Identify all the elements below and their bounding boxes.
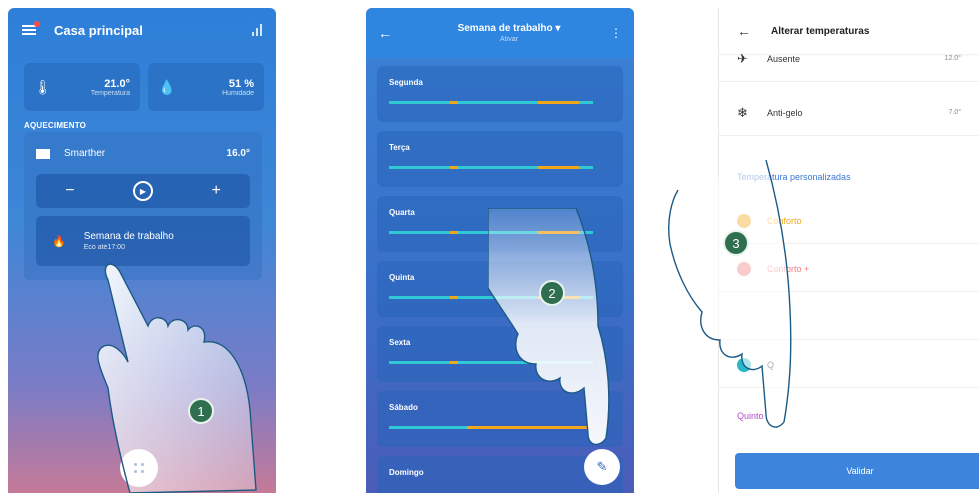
absent-value: 12.0° bbox=[944, 55, 961, 62]
day-label: Quinta bbox=[389, 273, 415, 282]
temperatures-title: Alterar temperaturas bbox=[771, 25, 870, 37]
edit-button[interactable]: ✎ bbox=[584, 449, 620, 485]
home-topbar: Casa principal bbox=[8, 8, 276, 52]
custom-row[interactable]: Quinto bbox=[719, 393, 979, 439]
comfort-plus-row[interactable]: Conforto + bbox=[719, 246, 979, 292]
temperature-label: Temperatura bbox=[90, 89, 130, 97]
thermostat-icon bbox=[36, 148, 50, 159]
heating-section-title: AQUECIMENTO bbox=[24, 121, 87, 130]
day-card-thursday[interactable]: Quinta bbox=[377, 261, 623, 317]
grid-menu-button[interactable] bbox=[120, 449, 158, 487]
custom-temperatures-title: Temperatura personalizadas bbox=[737, 172, 851, 182]
flame-icon: 🔥 bbox=[52, 235, 66, 248]
humidity-value: 51 % bbox=[228, 77, 254, 90]
step-marker-2: 2 bbox=[539, 280, 565, 306]
sun-icon bbox=[737, 213, 751, 228]
thermostat-name: Smarther bbox=[64, 148, 106, 159]
absent-name: Ausente bbox=[767, 53, 801, 64]
night-row[interactable]: Q bbox=[719, 342, 979, 388]
schedule-bar bbox=[389, 426, 593, 429]
thermostat-temp: 16.0° bbox=[226, 148, 250, 159]
play-icon[interactable]: ▶ bbox=[133, 181, 153, 201]
thermometer-icon: 🌡 bbox=[34, 78, 52, 95]
moon-icon bbox=[737, 357, 751, 372]
humidity-label: Humidade bbox=[222, 89, 254, 97]
antifreeze-row[interactable]: ❄ Anti-gelo 7.0° bbox=[719, 90, 979, 136]
schedule-title-block[interactable]: Semana de trabalho ▾ Ativar bbox=[408, 23, 610, 43]
program-row[interactable]: 🔥 Semana de trabalho Eco até17:00 bbox=[36, 216, 250, 266]
more-options-icon[interactable]: ⋮ bbox=[610, 26, 622, 40]
blank-row[interactable] bbox=[719, 294, 979, 340]
night-name: Q bbox=[767, 359, 775, 370]
schedule-screen: ← Semana de trabalho ▾ Ativar ⋮ Segunda … bbox=[366, 8, 634, 493]
thermostat-row[interactable]: Smarther 16.0° bbox=[36, 148, 250, 159]
schedule-subtitle: Ativar bbox=[500, 36, 518, 43]
temperature-card[interactable]: 🌡 21.0° Temperatura bbox=[24, 63, 140, 111]
day-card-friday[interactable]: Sexta bbox=[377, 326, 623, 382]
program-name: Semana de trabalho bbox=[83, 231, 174, 242]
validate-button[interactable]: Validar bbox=[735, 453, 979, 489]
dropdown-icon: ▾ bbox=[555, 23, 561, 34]
day-label: Sexta bbox=[389, 338, 411, 347]
menu-icon[interactable] bbox=[22, 20, 40, 36]
pencil-icon: ✎ bbox=[596, 459, 608, 474]
day-label: Terça bbox=[389, 143, 410, 152]
droplet-icon: 💧 bbox=[158, 78, 176, 95]
sun-plus-icon bbox=[737, 261, 751, 276]
antifreeze-name: Anti-gelo bbox=[767, 107, 803, 118]
comfort-row[interactable]: Conforto bbox=[719, 198, 979, 244]
day-label: Quarta bbox=[389, 208, 415, 217]
decrease-button[interactable]: − bbox=[65, 182, 74, 200]
schedule-bar bbox=[389, 166, 593, 169]
schedule-bar bbox=[389, 231, 593, 234]
temperatures-screen: ← Alterar temperaturas ✈ Ausente 12.0° ❄… bbox=[718, 8, 979, 493]
temperatures-topbar: ← Alterar temperaturas bbox=[719, 8, 979, 54]
increase-button[interactable]: + bbox=[211, 182, 220, 200]
step-marker-3: 3 bbox=[723, 230, 749, 256]
day-card-monday[interactable]: Segunda bbox=[377, 66, 623, 122]
program-status: Eco até17:00 bbox=[83, 244, 125, 251]
home-title: Casa principal bbox=[54, 22, 143, 38]
stats-icon[interactable] bbox=[252, 24, 262, 36]
schedule-title: Semana de trabalho bbox=[457, 23, 553, 34]
schedule-topbar: ← Semana de trabalho ▾ Ativar ⋮ bbox=[366, 8, 634, 58]
antifreeze-value: 7.0° bbox=[948, 109, 961, 116]
comfort-plus-name: Conforto + bbox=[767, 263, 810, 274]
day-label: Domingo bbox=[389, 468, 424, 477]
home-screen: Casa principal 🌡 21.0° Temperatura 💧 51 … bbox=[8, 8, 276, 493]
custom-name: Quinto bbox=[737, 411, 764, 421]
step-marker-1: 1 bbox=[188, 398, 214, 424]
temperature-value: 21.0° bbox=[104, 77, 130, 90]
snowflake-icon: ❄ bbox=[737, 104, 748, 120]
day-card-saturday[interactable]: Sábado bbox=[377, 391, 623, 447]
schedule-bar bbox=[389, 361, 593, 364]
heating-card: Smarther 16.0° − ▶ + 🔥 Semana de trabalh… bbox=[24, 132, 262, 280]
thermostat-controls: − ▶ + bbox=[36, 174, 250, 208]
back-arrow-icon[interactable]: ← bbox=[378, 25, 408, 41]
day-card-tuesday[interactable]: Terça bbox=[377, 131, 623, 187]
schedule-bar bbox=[389, 101, 593, 104]
tutorial-stage: Casa principal 🌡 21.0° Temperatura 💧 51 … bbox=[0, 0, 979, 493]
day-label: Sábado bbox=[389, 403, 418, 412]
back-arrow-icon[interactable]: ← bbox=[737, 23, 751, 39]
humidity-card[interactable]: 💧 51 % Humidade bbox=[148, 63, 264, 111]
day-label: Segunda bbox=[389, 78, 423, 87]
comfort-name: Conforto bbox=[767, 215, 802, 226]
day-card-wednesday[interactable]: Quarta bbox=[377, 196, 623, 252]
